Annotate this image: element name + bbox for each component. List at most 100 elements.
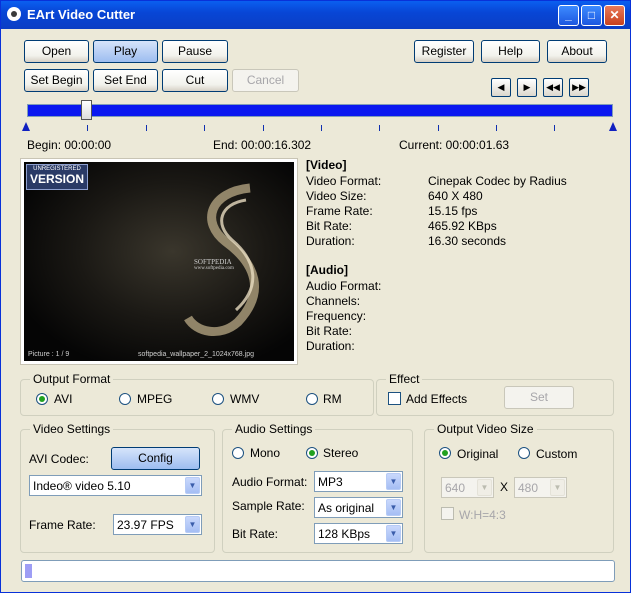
- avi-codec-label: AVI Codec:: [29, 452, 89, 466]
- video-info-label: Bit Rate:: [306, 219, 353, 233]
- begin-time-label: Begin: 00:00:00: [27, 138, 112, 152]
- chevron-down-icon: ▼: [386, 473, 401, 490]
- output-format-title: Output Format: [30, 372, 114, 386]
- output-format-group: Output Format: [20, 372, 374, 416]
- video-info-label: Video Size:: [306, 189, 367, 203]
- add-effects-checkbox[interactable]: [388, 392, 401, 405]
- rewind-icon[interactable]: ◀◀: [543, 78, 563, 97]
- preview-frame: UNREGISTERED VERSION SOFTPEDIA www.softp…: [24, 162, 294, 361]
- sample-rate-select[interactable]: As original ▼: [314, 497, 403, 518]
- open-button[interactable]: Open: [24, 40, 89, 63]
- timeline-tick: [146, 125, 147, 131]
- audio-info-label: Bit Rate:: [306, 324, 353, 338]
- timeline-tick: [554, 125, 555, 131]
- format-label-wmv: WMV: [230, 392, 260, 406]
- video-info-value: 640 X 480: [428, 189, 483, 203]
- timeline-slider-thumb[interactable]: [81, 100, 92, 120]
- help-button[interactable]: Help: [481, 40, 540, 63]
- format-radio-avi[interactable]: [36, 393, 48, 405]
- set-end-button[interactable]: Set End: [93, 69, 158, 92]
- video-info-value: 15.15 fps: [428, 204, 478, 218]
- video-info-value: 465.92 KBps: [428, 219, 497, 233]
- mono-label: Mono: [250, 446, 281, 460]
- chevron-down-icon: ▼: [185, 516, 200, 533]
- chevron-down-icon: ▼: [477, 479, 492, 496]
- format-radio-rm[interactable]: [306, 393, 318, 405]
- timeline-tick: [263, 125, 264, 131]
- video-info-header: [Video]: [306, 158, 347, 172]
- video-info-value: Cinepak Codec by Radius: [428, 174, 567, 188]
- audio-info-header: [Audio]: [306, 263, 348, 277]
- prev-frame-icon[interactable]: ◀: [491, 78, 511, 97]
- app-icon: [7, 7, 21, 21]
- timeline-tick: [379, 125, 380, 131]
- config-button[interactable]: Config: [111, 447, 200, 470]
- frame-rate-label: Frame Rate:: [29, 518, 96, 532]
- register-button[interactable]: Register: [414, 40, 474, 63]
- close-button[interactable]: ✕: [604, 5, 625, 26]
- play-button[interactable]: Play: [93, 40, 158, 63]
- custom-size-label: Custom: [536, 447, 578, 461]
- audio-format-select[interactable]: MP3 ▼: [314, 471, 403, 492]
- bit-rate-select[interactable]: 128 KBps ▼: [314, 523, 403, 544]
- sample-rate-label: Sample Rate:: [232, 499, 305, 513]
- chevron-down-icon: ▼: [386, 499, 401, 516]
- progress-bar: [21, 560, 615, 582]
- next-frame-icon[interactable]: ▶: [517, 78, 537, 97]
- format-label-rm: RM: [323, 392, 342, 406]
- title-bar[interactable]: EArt Video Cutter _ □ ✕: [1, 1, 630, 29]
- end-marker-icon[interactable]: [609, 122, 617, 131]
- format-label-avi: AVI: [54, 392, 73, 406]
- timeline-tick: [321, 125, 322, 131]
- current-time-label: Current: 00:00:01.63: [399, 138, 510, 152]
- preview-caption: Picture : 1 / 9 softpedia_wallpaper_2_10…: [28, 351, 254, 358]
- aspect-ratio-label: W:H=4:3: [459, 508, 506, 522]
- maximize-button[interactable]: □: [581, 5, 602, 26]
- timeline-tick: [496, 125, 497, 131]
- video-info-value: 16.30 seconds: [428, 234, 507, 248]
- audio-settings-title: Audio Settings: [232, 422, 316, 436]
- size-x-label: X: [500, 480, 509, 494]
- format-radio-wmv[interactable]: [212, 393, 224, 405]
- aspect-ratio-checkbox: [441, 507, 454, 520]
- timeline-tick: [87, 125, 88, 131]
- audio-info-label: Frequency:: [306, 309, 367, 323]
- audio-format-label: Audio Format:: [232, 475, 308, 489]
- video-info-label: Frame Rate:: [306, 204, 373, 218]
- stereo-radio[interactable]: [306, 447, 318, 459]
- height-select: 480 ▼: [514, 477, 567, 498]
- original-size-radio[interactable]: [439, 447, 451, 459]
- about-button[interactable]: About: [547, 40, 607, 63]
- effect-title: Effect: [386, 372, 423, 386]
- video-preview: UNREGISTERED VERSION SOFTPEDIA www.softp…: [20, 158, 298, 365]
- add-effects-label: Add Effects: [406, 392, 468, 406]
- set-begin-button[interactable]: Set Begin: [24, 69, 89, 92]
- audio-info-label: Channels:: [306, 294, 361, 308]
- end-time-label: End: 00:00:16.302: [213, 138, 312, 152]
- fast-forward-icon[interactable]: ▶▶: [569, 78, 589, 97]
- format-radio-mpeg[interactable]: [119, 393, 131, 405]
- progress-fill: [25, 564, 32, 578]
- app-window: EArt Video Cutter _ □ ✕ Open Play Pause …: [0, 0, 631, 593]
- begin-marker-icon[interactable]: [22, 122, 30, 131]
- audio-info-label: Duration:: [306, 339, 355, 353]
- window-title: EArt Video Cutter: [27, 7, 136, 22]
- frame-rate-select[interactable]: 23.97 FPS ▼: [113, 514, 202, 535]
- avi-codec-select[interactable]: Indeo® video 5.10 ▼: [29, 475, 202, 496]
- bit-rate-label: Bit Rate:: [232, 527, 279, 541]
- minimize-button[interactable]: _: [558, 5, 579, 26]
- cancel-button: Cancel: [232, 69, 299, 92]
- chevron-down-icon: ▼: [386, 525, 401, 542]
- cut-button[interactable]: Cut: [162, 69, 228, 92]
- mono-radio[interactable]: [232, 447, 244, 459]
- custom-size-radio[interactable]: [518, 447, 530, 459]
- stereo-label: Stereo: [323, 446, 359, 460]
- video-info-label: Video Format:: [306, 174, 382, 188]
- timeline-track[interactable]: [27, 104, 613, 117]
- pause-button[interactable]: Pause: [162, 40, 228, 63]
- timeline-tick: [204, 125, 205, 131]
- original-size-label: Original: [457, 447, 499, 461]
- audio-info-label: Audio Format:: [306, 279, 382, 293]
- video-info-label: Duration:: [306, 234, 355, 248]
- timeline-tick: [438, 125, 439, 131]
